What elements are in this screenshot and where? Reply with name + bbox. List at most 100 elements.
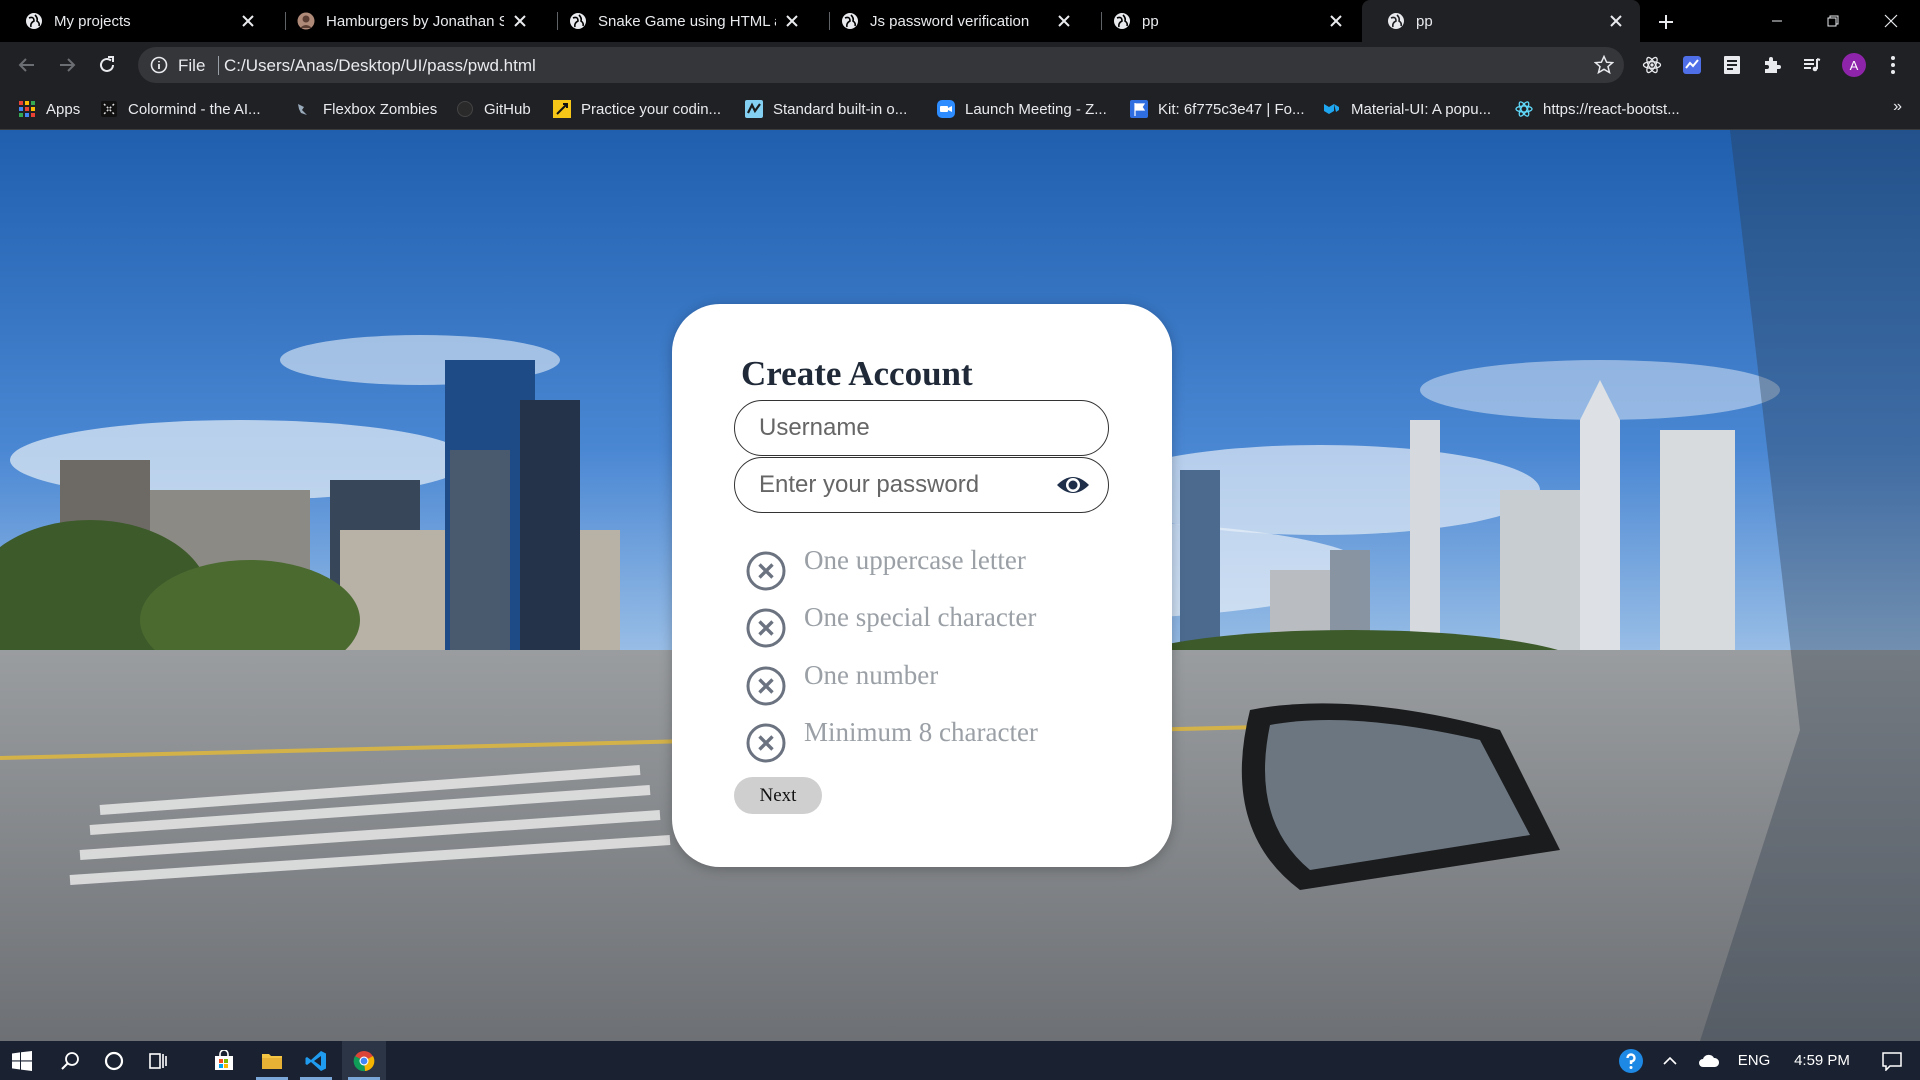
reading-mode-extension[interactable] [1721,54,1743,76]
colormind-icon [100,100,118,118]
language-indicator[interactable]: ENG [1732,1041,1776,1080]
reload-icon [100,56,114,72]
chevron-up-icon [1663,1056,1677,1065]
cortana-button[interactable] [92,1041,136,1080]
omnibox-divider [218,56,219,75]
tab-js-password-verification[interactable]: Js password verification [816,0,1088,42]
github-icon [456,100,474,118]
tab-my-projects[interactable]: My projects [0,0,272,42]
info-icon[interactable] [150,56,168,74]
x-circle-icon [746,723,786,763]
react-devtools-extension[interactable] [1641,54,1663,76]
extensions-button[interactable] [1761,54,1783,76]
chrome-icon [353,1050,375,1071]
password-field[interactable] [734,457,1109,513]
bookmark-zoom[interactable]: Launch Meeting - Z... [937,98,1107,120]
close-tab-icon[interactable] [238,11,258,31]
clock[interactable]: 4:59 PM [1782,1041,1862,1080]
chrome-app[interactable] [342,1041,386,1080]
tab-pp-active[interactable]: pp [1362,0,1640,42]
close-tab-icon[interactable] [782,11,802,31]
close-tab-icon[interactable] [1054,11,1074,31]
card-title: Create Account [741,354,973,393]
show-hidden-icons-button[interactable] [1656,1041,1684,1080]
globe-icon [842,13,858,29]
task-view-button[interactable] [136,1041,180,1080]
requirement-min-length: Minimum 8 character [746,717,1126,765]
bookmark-star-icon[interactable] [1594,55,1614,75]
eye-icon[interactable] [1056,472,1090,498]
close-tab-icon[interactable] [1326,11,1346,31]
tab-snake-game[interactable]: Snake Game using HTML and [544,0,816,42]
bookmark-label: Practice your codin... [581,100,722,118]
help-tray-icon[interactable] [1612,1041,1650,1080]
windows-logo-icon [12,1050,32,1071]
playlist-icon [1804,58,1821,72]
apps-grid-icon [18,100,36,118]
reload-button[interactable] [92,50,122,80]
bookmark-label: https://react-bootst... [1543,100,1680,118]
bookmark-fontawesome-kit[interactable]: Kit: 6f775c3e47 | Fo... [1130,98,1304,120]
bookmark-mdn[interactable]: Standard built-in o... [745,98,907,120]
username-input[interactable] [759,401,1059,454]
bookmark-label: Standard built-in o... [773,100,908,118]
tab-title: Snake Game using HTML and [598,12,776,30]
folder-icon [262,1053,282,1069]
close-tab-icon[interactable] [1606,11,1626,31]
bookmark-label: Kit: 6f775c3e47 | Fo... [1158,100,1305,118]
zoom-icon [937,100,955,118]
react-bootstrap-icon [1515,100,1533,118]
arrow-left-icon [18,58,34,72]
extension-chart[interactable] [1681,54,1703,76]
bookmark-flexbox-zombies[interactable]: Flexbox Zombies [295,98,437,120]
restore-button[interactable] [1810,0,1856,42]
bookmark-label: Flexbox Zombies [323,100,438,118]
practice-icon [553,100,571,118]
username-field[interactable] [734,400,1109,456]
kebab-menu-icon [1891,56,1895,74]
cloud-icon [1699,1054,1720,1067]
address-bar[interactable]: File C:/Users/Anas/Desktop/UI/pass/pwd.h… [138,47,1624,83]
password-input[interactable] [759,458,1059,511]
bookmark-apps[interactable]: Apps [18,98,80,120]
bookmark-github[interactable]: GitHub [456,98,531,120]
search-icon [61,1051,79,1070]
plus-icon [1659,15,1673,29]
tab-title: Js password verification [870,12,1030,30]
search-button[interactable] [48,1041,92,1080]
menu-button[interactable] [1882,54,1904,76]
back-button[interactable] [12,50,42,80]
bookmark-material-ui[interactable]: Material-UI: A popu... [1323,98,1491,120]
question-mark-icon [1619,1048,1643,1073]
tab-pp[interactable]: pp [1088,0,1360,42]
globe-icon [26,13,42,29]
action-center-button[interactable] [1870,1041,1914,1080]
tab-strip: My projects Hamburgers by Jonathan Sut S… [0,0,1920,42]
mdn-icon [745,100,763,118]
bookmark-colormind[interactable]: Colormind - the AI... [100,98,261,120]
requirement-number: One number [746,660,1126,708]
document-icon [1724,56,1740,74]
minimize-button[interactable] [1754,0,1800,42]
requirement-text: Minimum 8 character [804,717,1038,747]
close-tab-icon[interactable] [510,11,530,31]
file-explorer-app[interactable] [250,1041,294,1080]
store-bag-icon [215,1049,233,1070]
start-button[interactable] [0,1041,44,1080]
bookmarks-overflow-button[interactable]: » [1893,98,1902,116]
vscode-app[interactable] [294,1041,338,1080]
next-button[interactable]: Next [734,777,822,814]
bookmark-react-bootstrap[interactable]: https://react-bootst... [1515,98,1680,120]
onedrive-tray-icon[interactable] [1692,1041,1726,1080]
tab-hamburgers[interactable]: Hamburgers by Jonathan Sut [272,0,544,42]
bookmark-practice[interactable]: Practice your codin... [553,98,721,120]
store-app[interactable] [202,1041,246,1080]
media-control-button[interactable] [1801,54,1823,76]
profile-avatar[interactable]: A [1842,53,1866,77]
new-tab-button[interactable] [1652,8,1680,36]
tab-title: My projects [54,12,131,30]
url-text[interactable]: C:/Users/Anas/Desktop/UI/pass/pwd.html [224,56,536,76]
close-window-button[interactable] [1868,0,1914,42]
task-view-icon [149,1052,167,1069]
forward-button[interactable] [52,50,82,80]
